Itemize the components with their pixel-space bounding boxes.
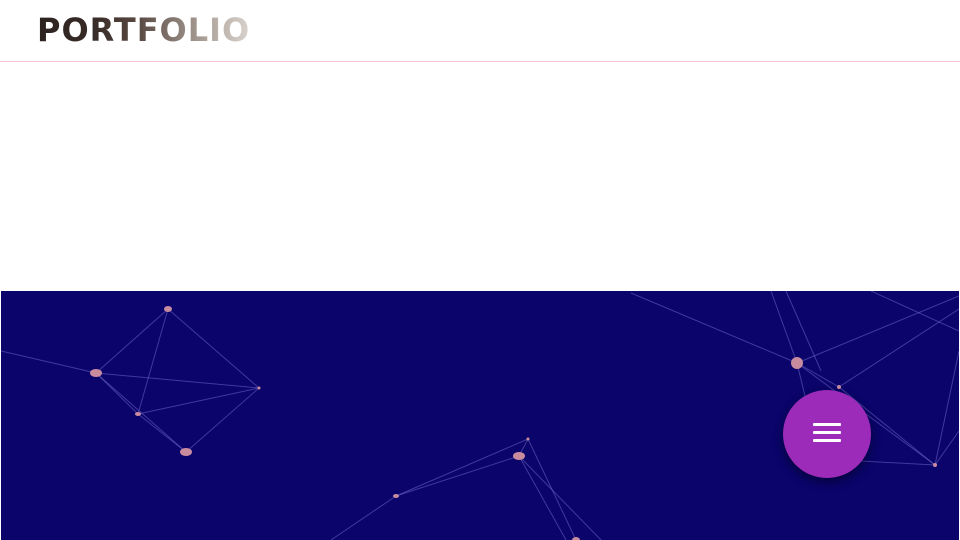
page: PORTFOLIO: [0, 0, 960, 540]
site-header: PORTFOLIO: [0, 0, 960, 62]
portfolio-logo[interactable]: PORTFOLIO: [37, 12, 250, 48]
blank-content-area: [0, 62, 960, 291]
menu-fab-button[interactable]: [783, 390, 871, 478]
